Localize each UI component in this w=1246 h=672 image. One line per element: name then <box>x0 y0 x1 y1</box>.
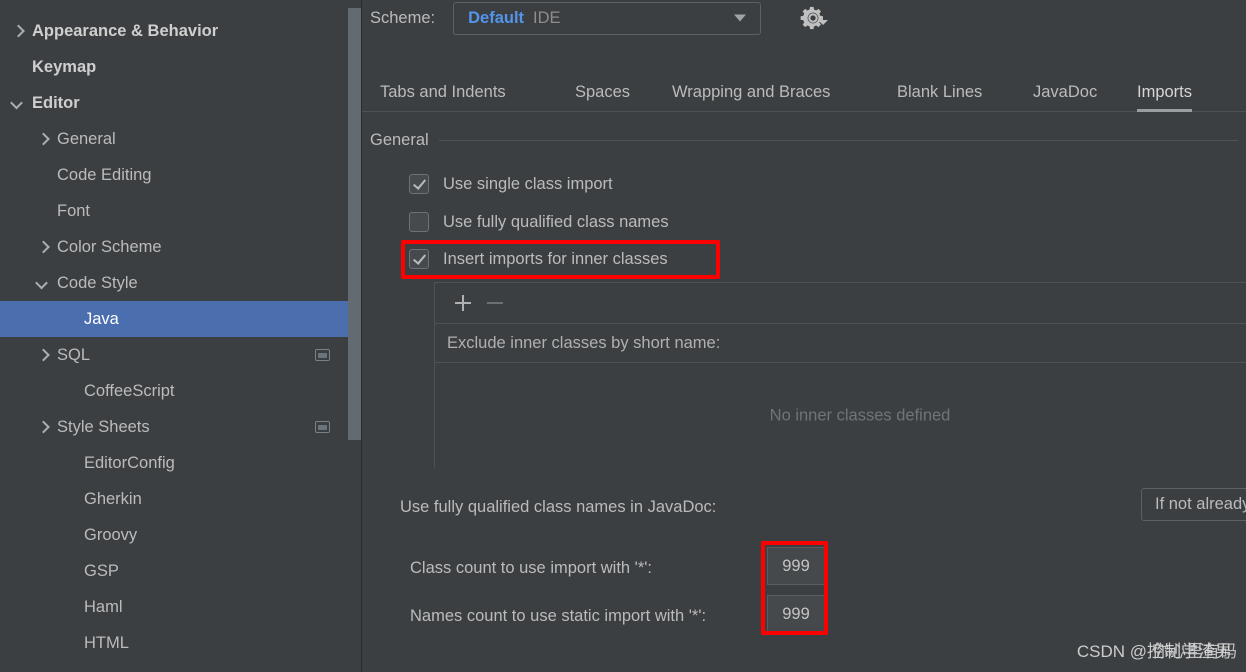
sidebar-item-label: Appearance & Behavior <box>32 21 219 40</box>
sidebar-item-haml[interactable]: Haml <box>0 589 362 625</box>
sidebar-item-label: Color Scheme <box>57 237 162 256</box>
sidebar-item-coffeescript[interactable]: CoffeeScript <box>0 373 362 409</box>
sidebar-scrollbar-thumb[interactable] <box>348 8 361 440</box>
exclude-table-body[interactable]: No inner classes defined <box>435 363 1246 468</box>
sidebar-item-label: Gherkin <box>84 489 142 508</box>
tab-javadoc[interactable]: JavaDoc <box>1033 72 1097 112</box>
checkbox-box[interactable] <box>409 212 429 232</box>
sidebar-item-general[interactable]: General <box>0 121 362 157</box>
tab-label: Tabs and Indents <box>380 82 506 101</box>
settings-tree-sidebar: Appearance & Behavior Keymap Editor General… <box>0 0 362 672</box>
tab-label: Imports <box>1137 82 1193 101</box>
checkbox-box[interactable] <box>409 174 429 194</box>
class-count-input[interactable]: 999 <box>767 547 825 585</box>
sidebar-item-label: Groovy <box>84 525 138 544</box>
names-count-input[interactable]: 999 <box>767 595 825 633</box>
javadoc-fqn-dropdown[interactable]: If not already imported <box>1141 488 1246 521</box>
tab-label: Wrapping and Braces <box>672 82 831 101</box>
csdn-watermark: CSDN @控制学渣男 你心里有码 <box>1076 637 1237 662</box>
names-count-label: Names count to use static import with '*… <box>410 606 707 625</box>
sidebar-item-label: EditorConfig <box>84 453 175 472</box>
sidebar-item-label: Java <box>84 309 119 328</box>
tab-label: Spaces <box>575 82 631 101</box>
scheme-row: Scheme: Default IDE <box>370 0 762 36</box>
sidebar-item-appearance-behavior[interactable]: Appearance & Behavior <box>0 13 362 49</box>
sidebar-item-keymap[interactable]: Keymap <box>0 49 362 85</box>
names-count-row: Names count to use static import with '*… <box>410 599 706 633</box>
general-group-title: General <box>370 130 429 149</box>
tab-label: Blank Lines <box>897 82 983 101</box>
sidebar-item-code-style[interactable]: Code Style <box>0 265 362 301</box>
exclude-inner-classes-panel: Exclude inner classes by short name: No … <box>434 282 1246 468</box>
javadoc-fqn-row: Use fully qualified class names in JavaD… <box>400 490 716 524</box>
sidebar-item-java[interactable]: Java <box>0 301 362 337</box>
sidebar-scrollbar-track[interactable] <box>348 0 361 672</box>
sidebar-item-html[interactable]: HTML <box>0 625 362 661</box>
watermark-name-b: 你心里有码 <box>1152 642 1237 661</box>
sidebar-item-label: Code Style <box>57 273 138 292</box>
sidebar-item-label: SQL <box>57 345 91 364</box>
scheme-settings-button[interactable] <box>796 0 832 34</box>
checkbox-box[interactable] <box>409 249 429 269</box>
scheme-value: Default <box>468 8 525 27</box>
general-group-header: General <box>370 128 1238 152</box>
tab-tabs-and-indents[interactable]: Tabs and Indents <box>380 72 506 112</box>
sidebar-item-gsp[interactable]: GSP <box>0 553 362 589</box>
sidebar-item-color-scheme[interactable]: Color Scheme <box>0 229 362 265</box>
settings-dialog: Appearance & Behavior Keymap Editor General… <box>0 0 1246 672</box>
sidebar-item-gherkin[interactable]: Gherkin <box>0 481 362 517</box>
sidebar-item-code-editing[interactable]: Code Editing <box>0 157 362 193</box>
scheme-scope: IDE <box>533 8 561 27</box>
settings-tree: Appearance & Behavior Keymap Editor General… <box>0 0 362 661</box>
sidebar-item-label: CoffeeScript <box>84 381 175 400</box>
scheme-dropdown[interactable]: Default IDE <box>453 1 762 35</box>
settings-content-panel: Scheme: Default IDE Tabs and Indents Spac… <box>362 0 1246 672</box>
sidebar-item-style-sheets[interactable]: Style Sheets <box>0 409 362 445</box>
remove-exclusion-button[interactable] <box>479 288 511 318</box>
settings-tab-bar: Tabs and Indents Spaces Wrapping and Brace… <box>362 72 1246 112</box>
sidebar-item-label: Code Editing <box>57 165 152 184</box>
exclude-table-empty-message: No inner classes defined <box>769 406 951 424</box>
chevron-down-icon <box>734 14 747 22</box>
checkbox-use-fully-qualified-class-names[interactable]: Use fully qualified class names <box>409 208 669 236</box>
javadoc-fqn-label: Use fully qualified class names in JavaD… <box>400 497 717 516</box>
sidebar-item-font[interactable]: Font <box>0 193 362 229</box>
group-separator <box>438 139 1238 141</box>
class-count-label: Class count to use import with '*': <box>410 558 652 577</box>
class-count-row: Class count to use import with '*': <box>410 551 652 585</box>
exclude-table-toolbar <box>435 283 1246 324</box>
sidebar-item-label: Style Sheets <box>57 417 150 436</box>
tab-label: JavaDoc <box>1033 82 1098 101</box>
sidebar-item-label: General <box>57 129 116 148</box>
chevron-down-small-icon <box>818 20 828 25</box>
checkbox-use-single-class-import[interactable]: Use single class import <box>409 170 613 198</box>
checkbox-label: Insert imports for inner classes <box>443 249 668 268</box>
module-scope-icon <box>315 349 330 361</box>
tab-wrapping-and-braces[interactable]: Wrapping and Braces <box>672 72 830 112</box>
add-exclusion-button[interactable] <box>447 288 479 318</box>
sidebar-item-label: Font <box>57 201 91 220</box>
module-scope-icon <box>315 421 330 433</box>
javadoc-fqn-value: If not already imported <box>1155 495 1246 513</box>
watermark-prefix: CSDN @ <box>1076 642 1147 661</box>
checkbox-label: Use fully qualified class names <box>443 212 669 231</box>
sidebar-item-label: GSP <box>84 561 119 580</box>
sidebar-item-label: Keymap <box>32 57 97 76</box>
sidebar-item-label: Haml <box>84 597 123 616</box>
tab-spaces[interactable]: Spaces <box>575 72 630 112</box>
checkbox-label: Use single class import <box>443 174 613 193</box>
tab-blank-lines[interactable]: Blank Lines <box>897 72 982 112</box>
exclude-table-column-header: Exclude inner classes by short name: <box>435 324 1246 363</box>
sidebar-item-groovy[interactable]: Groovy <box>0 517 362 553</box>
tab-imports[interactable]: Imports <box>1137 72 1193 112</box>
scheme-label: Scheme: <box>370 8 436 27</box>
sidebar-item-label: HTML <box>84 633 129 652</box>
sidebar-item-editorconfig[interactable]: EditorConfig <box>0 445 362 481</box>
checkbox-insert-imports-for-inner-classes[interactable]: Insert imports for inner classes <box>409 245 668 273</box>
sidebar-item-editor[interactable]: Editor <box>0 85 362 121</box>
sidebar-item-label: Editor <box>32 93 80 112</box>
sidebar-item-sql[interactable]: SQL <box>0 337 362 373</box>
